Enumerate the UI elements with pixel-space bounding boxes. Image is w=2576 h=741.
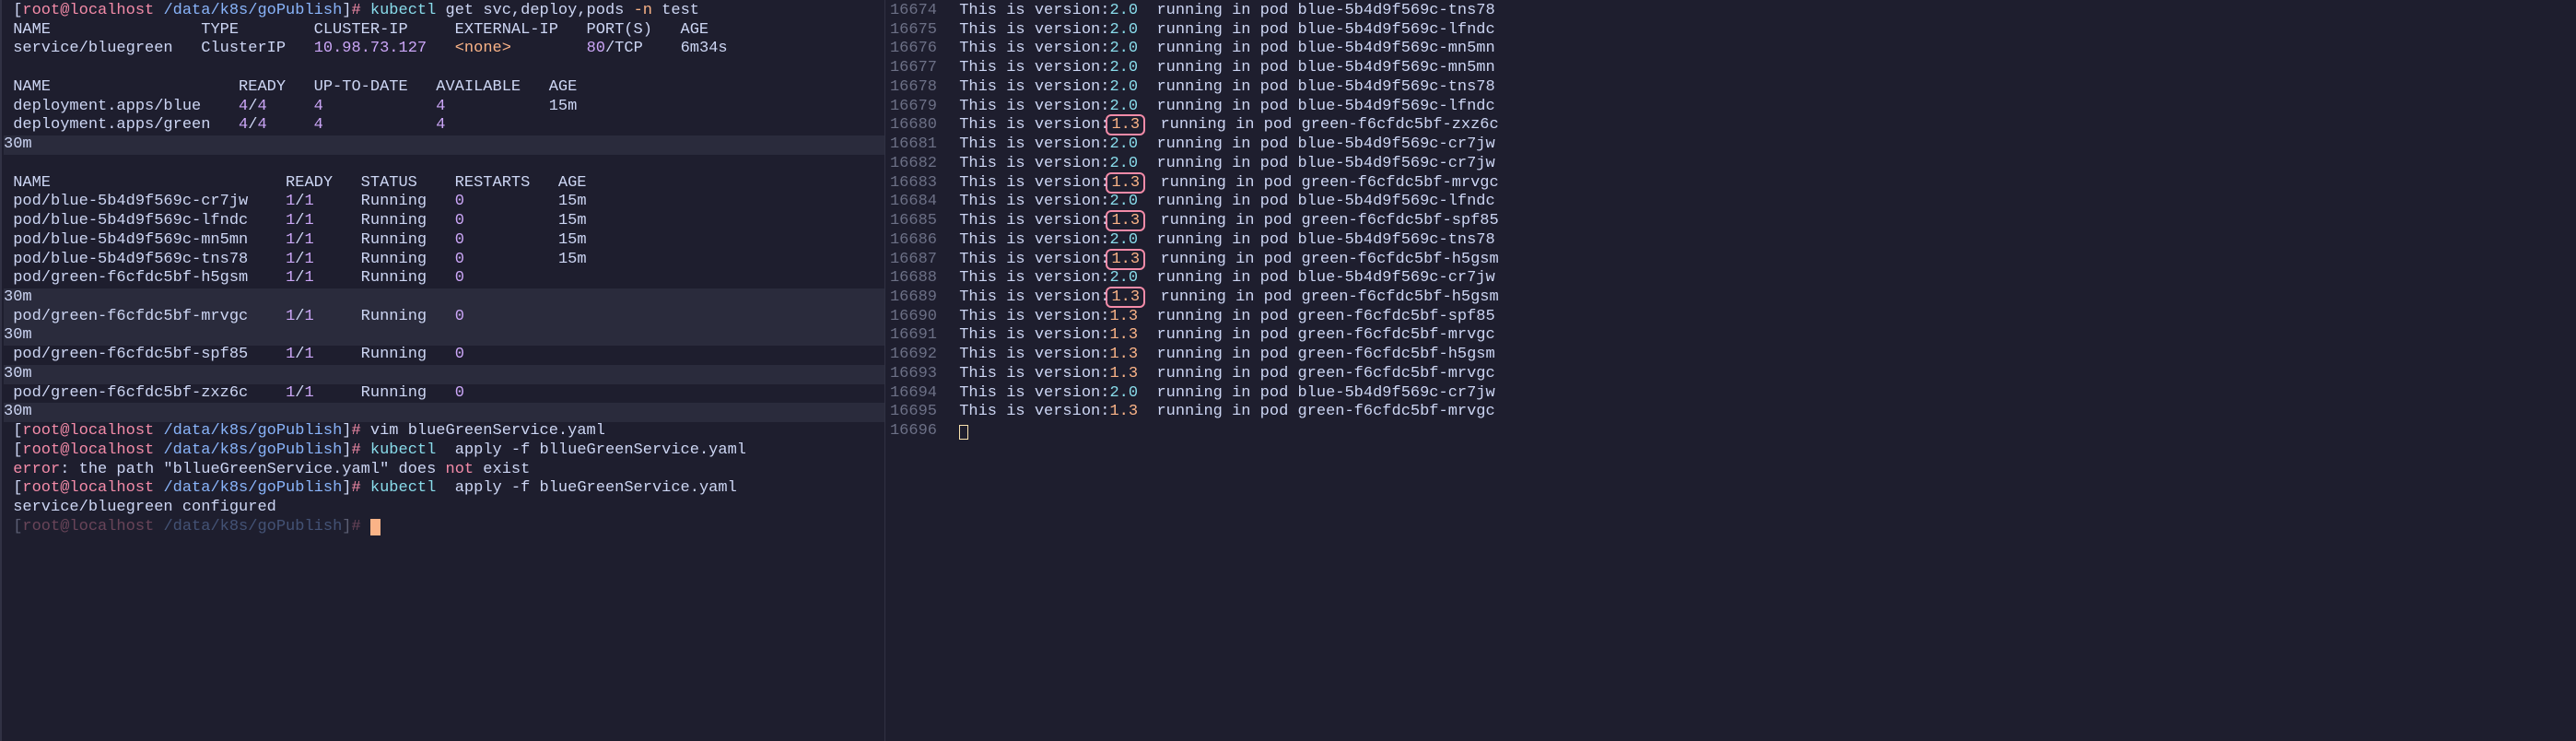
- log-line: 16693 This is version:1.3 running in pod…: [885, 365, 2576, 384]
- log-line: 16690 This is version:1.3 running in pod…: [885, 308, 2576, 327]
- prompt-line-1: [root@localhost /data/k8s/goPublish]# ku…: [4, 2, 884, 21]
- log-line: 16689 This is version:1.3 running in pod…: [885, 288, 2576, 308]
- log-line: 16678 This is version:2.0 running in pod…: [885, 78, 2576, 98]
- log-line: 16684 This is version:2.0 running in pod…: [885, 193, 2576, 212]
- log-line: 16676 This is version:2.0 running in pod…: [885, 40, 2576, 59]
- log-line: 16677 This is version:2.0 running in pod…: [885, 59, 2576, 78]
- pod-row: pod/blue-5b4d9f569c-tns78 1/1 Running 0 …: [4, 251, 884, 270]
- log-line: 16675 This is version:2.0 running in pod…: [885, 21, 2576, 41]
- svc-row: service/bluegreen ClusterIP 10.98.73.127…: [4, 40, 884, 59]
- svc-headers: NAME TYPE CLUSTER-IP EXTERNAL-IP PORT(S)…: [4, 21, 884, 41]
- result-line: service/bluegreen configured: [4, 499, 884, 518]
- log-line: 16682 This is version:2.0 running in pod…: [885, 155, 2576, 174]
- log-line: 16687 This is version:1.3 running in pod…: [885, 251, 2576, 270]
- log-line: 16686 This is version:2.0 running in pod…: [885, 231, 2576, 251]
- log-line: 16695 This is version:1.3 running in pod…: [885, 403, 2576, 422]
- log-line: 16674 This is version:2.0 running in pod…: [885, 2, 2576, 21]
- log-line: 16692 This is version:1.3 running in pod…: [885, 346, 2576, 365]
- pod-row: pod/green-f6cfdc5bf-h5gsm 1/1 Running 0 …: [4, 269, 884, 307]
- pod-row: pod/blue-5b4d9f569c-mn5mn 1/1 Running 0 …: [4, 231, 884, 251]
- pod-row: pod/green-f6cfdc5bf-mrvgc 1/1 Running 0 …: [4, 308, 884, 346]
- prompt-line-4: [root@localhost /data/k8s/goPublish]# ku…: [4, 479, 884, 499]
- deploy-row: deployment.apps/blue 4/4 4 4 15m: [4, 98, 884, 117]
- pod-row: pod/blue-5b4d9f569c-cr7jw 1/1 Running 0 …: [4, 193, 884, 212]
- prompt-line-2: [root@localhost /data/k8s/goPublish]# vi…: [4, 422, 884, 441]
- terminal-left-pane[interactable]: [root@localhost /data/k8s/goPublish]# ku…: [0, 0, 884, 741]
- log-line: 16685 This is version:1.3 running in pod…: [885, 212, 2576, 231]
- log-line: 16694 This is version:2.0 running in pod…: [885, 384, 2576, 404]
- pod-row: pod/blue-5b4d9f569c-lfndc 1/1 Running 0 …: [4, 212, 884, 231]
- log-line: 16680 This is version:1.3 running in pod…: [885, 116, 2576, 135]
- log-line: 16688 This is version:2.0 running in pod…: [885, 269, 2576, 288]
- pod-row: pod/green-f6cfdc5bf-spf85 1/1 Running 0 …: [4, 346, 884, 383]
- error-line: error: the path "bllueGreenService.yaml"…: [4, 461, 884, 480]
- cursor-icon: [370, 519, 381, 535]
- pod-row: pod/green-f6cfdc5bf-zxz6c 1/1 Running 0 …: [4, 384, 884, 422]
- deploy-headers: NAME READY UP-TO-DATE AVAILABLE AGE: [4, 78, 884, 98]
- log-line: 16683 This is version:1.3 running in pod…: [885, 174, 2576, 194]
- log-line: 16691 This is version:1.3 running in pod…: [885, 326, 2576, 346]
- terminal-right-pane[interactable]: 16674 This is version:2.0 running in pod…: [884, 0, 2576, 741]
- pods-headers: NAME READY STATUS RESTARTS AGE: [4, 174, 884, 194]
- cursor-icon: [959, 425, 968, 440]
- log-line: 16681 This is version:2.0 running in pod…: [885, 135, 2576, 155]
- log-line: 16679 This is version:2.0 running in pod…: [885, 98, 2576, 117]
- deploy-row: deployment.apps/green 4/4 4 4 30m: [4, 116, 884, 154]
- blank-1: [4, 59, 884, 78]
- prompt-line-5: [root@localhost /data/k8s/goPublish]#: [4, 518, 884, 537]
- log-cursor-line: 16696: [885, 422, 2576, 441]
- blank-2: [4, 155, 884, 174]
- prompt-line-3: [root@localhost /data/k8s/goPublish]# ku…: [4, 441, 884, 461]
